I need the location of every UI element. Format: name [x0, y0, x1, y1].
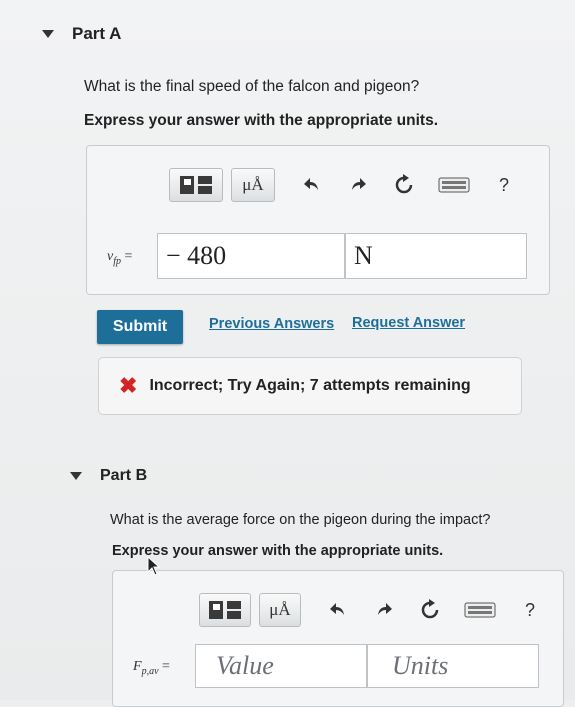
submit-button[interactable]: Submit — [97, 310, 183, 344]
part-b-value-input[interactable]: Value — [195, 644, 367, 688]
units-label: μÅ — [269, 600, 291, 619]
undo-icon[interactable] — [325, 597, 351, 623]
part-a-toolbar: μÅ ? — [169, 168, 517, 202]
part-b-toolbar: μÅ ? — [199, 593, 543, 627]
part-b-instruction: Express your answer with the appropriate… — [112, 543, 444, 559]
previous-answers-link[interactable]: Previous Answers — [209, 316, 334, 332]
keyboard-icon[interactable] — [437, 172, 471, 198]
feedback-box: ✖ Incorrect; Try Again; 7 attempts remai… — [98, 357, 522, 415]
part-a-title: Part A — [72, 24, 122, 43]
part-a-answer-box: μÅ ? vfp = − 480 N — [86, 145, 550, 295]
collapse-caret-icon[interactable] — [70, 472, 82, 480]
reset-icon[interactable] — [391, 172, 417, 198]
help-button[interactable]: ? — [517, 597, 543, 623]
templates-icon — [209, 601, 241, 619]
redo-icon[interactable] — [345, 172, 371, 198]
request-answer-link[interactable]: Request Answer — [352, 315, 465, 331]
help-icon: ? — [498, 174, 509, 195]
part-a-header[interactable]: Part A — [42, 24, 121, 44]
part-b-units-input[interactable]: Units — [367, 644, 539, 688]
part-a-instruction: Express your answer with the appropriate… — [84, 112, 439, 129]
incorrect-x-icon: ✖ — [119, 373, 138, 398]
page: Part A What is the final speed of the fa… — [0, 0, 575, 707]
units-button[interactable]: μÅ — [231, 168, 275, 202]
templates-button[interactable] — [199, 593, 251, 627]
part-b-variable-label: Fp,av = — [133, 659, 170, 677]
templates-icon — [180, 176, 212, 194]
units-button[interactable]: μÅ — [259, 593, 301, 627]
keyboard-icon[interactable] — [463, 597, 497, 623]
part-b-header[interactable]: Part B — [70, 467, 147, 485]
part-b-title: Part B — [100, 467, 148, 484]
undo-icon[interactable] — [299, 172, 325, 198]
part-a-units-input[interactable]: N — [345, 233, 527, 279]
part-b-answer-box: μÅ ? Fp,av = Value Units — [112, 570, 564, 707]
part-a-question: What is the final speed of the falcon an… — [84, 78, 420, 95]
help-icon: ? — [524, 599, 535, 620]
redo-icon[interactable] — [371, 597, 397, 623]
help-button[interactable]: ? — [491, 172, 517, 198]
part-a-variable-label: vfp = — [107, 249, 133, 267]
part-b-question: What is the average force on the pigeon … — [110, 512, 491, 528]
units-label: μÅ — [242, 175, 264, 194]
feedback-text: Incorrect; Try Again; 7 attempts remaini… — [149, 377, 471, 394]
mouse-cursor-icon — [147, 556, 161, 576]
part-a-value-input[interactable]: − 480 — [157, 233, 345, 279]
templates-button[interactable] — [169, 168, 223, 202]
collapse-caret-icon[interactable] — [42, 30, 54, 38]
reset-icon[interactable] — [417, 597, 443, 623]
